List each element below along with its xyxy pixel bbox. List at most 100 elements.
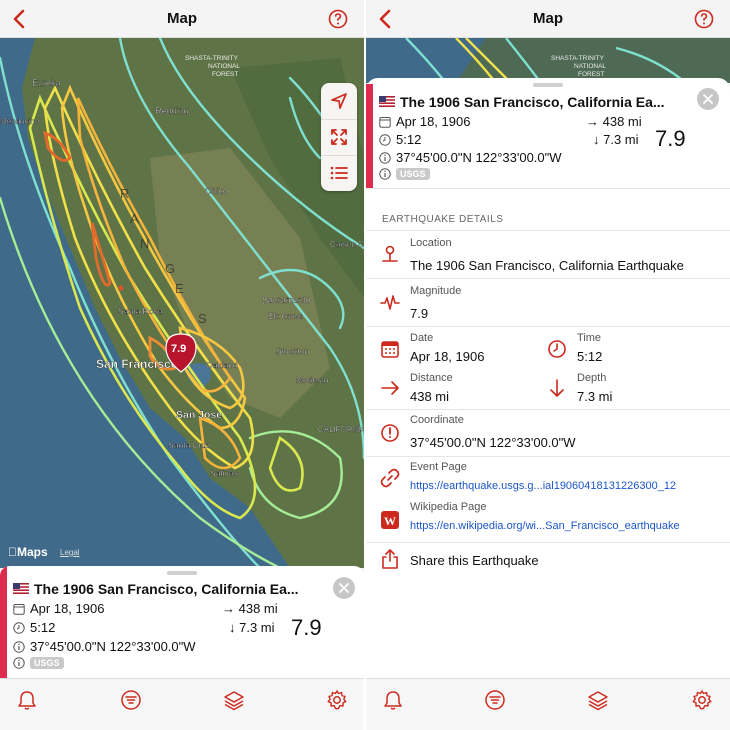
place-label: Santa Cruz <box>168 440 211 450</box>
location-label: Location <box>410 237 452 249</box>
magnitude-row[interactable]: Magnitude 7.9 <box>366 278 730 325</box>
map-tools <box>321 83 357 191</box>
time-row: 5:12 <box>13 620 55 635</box>
help-icon[interactable] <box>328 9 348 29</box>
clock-icon <box>548 340 566 358</box>
flag-icon <box>13 583 29 594</box>
tab-bar <box>0 678 364 730</box>
nav-bar: Map <box>0 0 364 38</box>
close-icon <box>339 583 349 593</box>
place-label: Oakland <box>206 360 238 370</box>
quake-distance: 438 mi <box>602 114 642 129</box>
card-accent-bar <box>366 84 373 188</box>
gear-icon[interactable] <box>326 689 348 711</box>
quake-magnitude: 7.9 <box>655 126 686 151</box>
place-label: Chico <box>205 186 228 196</box>
location-button[interactable] <box>321 83 357 119</box>
forest-label-2: NATIONAL <box>574 63 606 70</box>
depth-label: Depth <box>577 372 607 384</box>
event-page-label: Event Page <box>410 461 467 473</box>
date-row: Apr 18, 1906 <box>13 601 104 616</box>
map-view[interactable]: SHASTA-TRINITY NATIONAL FOREST <box>366 38 730 83</box>
distance-depth-row[interactable]: Distance 438 mi Depth 7.3 mi <box>366 368 730 409</box>
map-view[interactable]: SHASTA-TRINITY NATIONAL FOREST R A N G E… <box>0 38 364 568</box>
source-row: USGS <box>379 168 430 180</box>
distance-readout: → 438 mi <box>222 601 278 616</box>
wikipedia-label: Wikipedia Page <box>410 501 487 513</box>
place-label: Elk Grove <box>268 312 304 321</box>
tab-bar <box>366 678 730 730</box>
event-page-row[interactable]: Event Page https://earthquake.usgs.g...i… <box>366 456 730 499</box>
link-icon <box>380 468 400 488</box>
share-icon <box>382 549 398 569</box>
range-letter: E <box>175 281 184 296</box>
detail-screen: Map SHASTA-TRINITY NATIONAL FOREST The 1… <box>366 0 730 730</box>
legal-link[interactable]: Legal <box>60 548 80 557</box>
depth-readout: ↓ 7.3 mi <box>593 132 639 147</box>
share-label: Share this Earthquake <box>410 553 539 568</box>
gear-icon[interactable] <box>691 689 713 711</box>
wikipedia-row[interactable]: W Wikipedia Page https://en.wikipedia.or… <box>366 499 730 542</box>
list-button[interactable] <box>321 155 357 191</box>
close-button[interactable] <box>697 88 719 110</box>
quake-time: 5:12 <box>396 132 422 147</box>
quake-time: 5:12 <box>30 620 56 635</box>
date-row: Apr 18, 1906 <box>379 114 470 129</box>
coordinate-row[interactable]: Coordinate 37°45'00.0"N 122°33'00.0"W <box>366 409 730 456</box>
forest-label-3: FOREST <box>212 71 238 78</box>
calendar-icon <box>13 603 25 615</box>
quake-depth: 7.3 mi <box>239 620 275 635</box>
quake-depth: 7.3 mi <box>603 132 639 147</box>
bell-icon[interactable] <box>16 689 38 711</box>
range-letter: G <box>165 261 175 276</box>
quake-coordinate: 37°45'00.0"N 122°33'00.0"W <box>30 639 196 654</box>
filter-icon[interactable] <box>484 689 506 711</box>
location-row[interactable]: Location The 1906 San Francisco, Califor… <box>366 230 730 277</box>
info-icon <box>379 168 391 180</box>
place-label: Salinas <box>210 468 238 478</box>
info-icon <box>379 151 391 164</box>
help-icon[interactable] <box>694 9 714 29</box>
map-screen: Map SHASTA-TRINITY NATIONAL FOREST R A N… <box>0 0 364 730</box>
quake-title: The 1906 San Francisco, California Ea... <box>34 581 299 597</box>
calendar-icon <box>379 116 391 128</box>
share-row[interactable]: Share this Earthquake <box>366 542 730 578</box>
divider <box>366 188 730 189</box>
wikipedia-link[interactable]: https://en.wikipedia.org/wi...San_Franci… <box>410 520 680 532</box>
coordinate-pin-icon <box>381 424 399 442</box>
time-value: 5:12 <box>577 349 603 364</box>
source-badge: USGS <box>30 657 64 669</box>
quake-card[interactable]: The 1906 San Francisco, California Ea...… <box>366 84 730 188</box>
sheet-grabber[interactable] <box>167 571 197 575</box>
place-label: Modesto <box>296 375 329 385</box>
fit-expand-icon <box>331 129 347 145</box>
event-page-link[interactable]: https://earthquake.usgs.g...ial190604181… <box>410 480 676 492</box>
distance-readout: → 438 mi <box>586 114 642 129</box>
bell-icon[interactable] <box>382 689 404 711</box>
quake-coordinate: 37°45'00.0"N 122°33'00.0"W <box>396 150 562 165</box>
calendar-icon <box>381 341 399 358</box>
arrow-down-icon: ↓ <box>593 132 600 147</box>
fit-button[interactable] <box>321 119 357 155</box>
magnitude-label: Magnitude <box>410 285 462 297</box>
place-label: Stockton <box>276 346 309 356</box>
layers-icon[interactable] <box>223 689 245 711</box>
place-label: Redding <box>155 106 189 116</box>
layers-icon[interactable] <box>587 689 609 711</box>
arrow-right-icon: → <box>586 114 599 129</box>
distance-value: 438 mi <box>410 389 450 404</box>
date-time-row[interactable]: Date Apr 18, 1906 Time 5:12 <box>366 326 730 368</box>
filter-icon[interactable] <box>120 689 142 711</box>
magnitude-value: 7.9 <box>410 306 429 321</box>
close-button[interactable] <box>333 577 355 599</box>
quake-date: Apr 18, 1906 <box>396 114 471 129</box>
place-label: Eureka <box>32 78 61 88</box>
place-label: San Jose <box>176 409 222 421</box>
place-label: Santa Rosa <box>118 306 163 316</box>
place-label: CALIFORNIA <box>318 425 364 434</box>
quake-distance: 438 mi <box>238 601 278 616</box>
arrow-right-icon <box>381 381 399 395</box>
quake-card[interactable]: The 1906 San Francisco, California Ea...… <box>0 566 364 678</box>
range-letter: A <box>130 211 139 226</box>
info-icon <box>13 657 25 669</box>
